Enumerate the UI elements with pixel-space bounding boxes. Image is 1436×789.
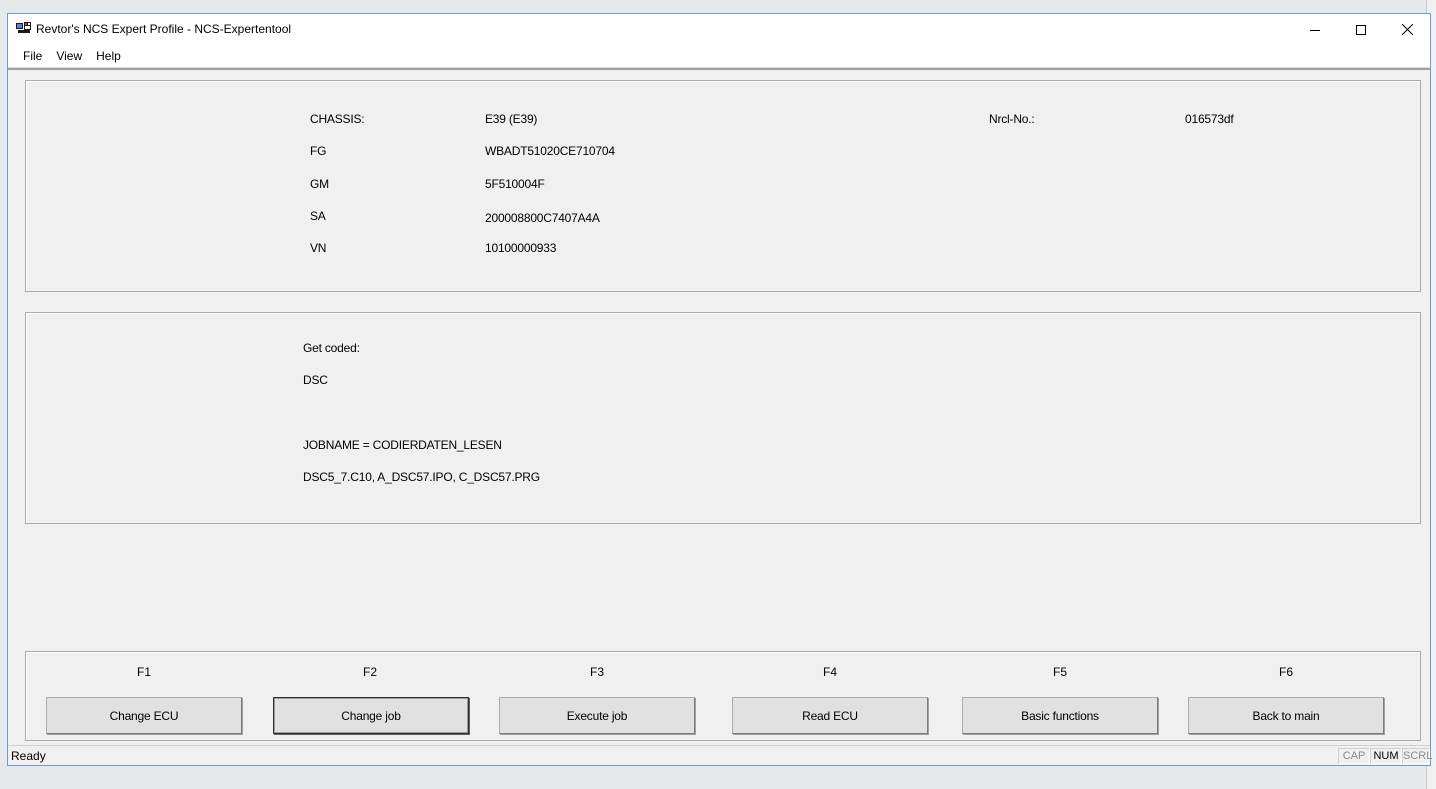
app-icon[interactable] <box>16 21 32 35</box>
status-text: Ready <box>11 749 46 763</box>
gm-value: 5F510004F <box>485 177 545 191</box>
read-ecu-button[interactable]: Read ECU <box>732 697 928 734</box>
vn-value: 10100000933 <box>485 241 557 255</box>
f6-label: F6 <box>1278 665 1293 679</box>
sa-label: SA <box>310 209 326 223</box>
chassis-value: E39 (E39) <box>485 112 538 126</box>
function-keys-panel: F1 F2 F3 F4 F5 F6 Change ECU Change job … <box>25 651 1421 741</box>
close-button[interactable] <box>1384 14 1430 45</box>
fg-label: FG <box>310 144 327 158</box>
menu-view[interactable]: View <box>49 45 89 68</box>
menu-help[interactable]: Help <box>89 45 128 68</box>
status-bar: Ready CAP NUM SCRL <box>8 745 1433 765</box>
ecu-name: DSC <box>303 373 328 387</box>
minimize-button[interactable] <box>1292 14 1338 45</box>
f5-label: F5 <box>1052 665 1067 679</box>
basic-functions-button[interactable]: Basic functions <box>962 697 1158 734</box>
main-window: Revtor's NCS Expert Profile - NCS-Expert… <box>7 13 1433 766</box>
scrl-indicator: SCRL <box>1402 748 1433 764</box>
maximize-icon <box>1356 24 1366 35</box>
vn-label: VN <box>310 241 327 255</box>
f4-label: F4 <box>822 665 837 679</box>
num-indicator: NUM <box>1370 748 1402 764</box>
f3-label: F3 <box>589 665 604 679</box>
menu-file[interactable]: File <box>16 45 49 68</box>
files-text: DSC5_7.C10, A_DSC57.IPO, C_DSC57.PRG <box>303 470 540 484</box>
change-ecu-button[interactable]: Change ECU <box>46 697 242 734</box>
fg-value: WBADT51020CE710704 <box>485 144 615 158</box>
menu-separator <box>8 68 1430 70</box>
vehicle-info-panel: CHASSIS: E39 (E39) FG WBADT51020CE710704… <box>25 80 1421 292</box>
cap-indicator: CAP <box>1338 748 1370 764</box>
back-to-main-button[interactable]: Back to main <box>1188 697 1384 734</box>
f1-label: F1 <box>136 665 151 679</box>
menu-bar: File View Help <box>8 45 1430 68</box>
sa-value: 200008800C7407A4A <box>485 211 600 225</box>
window-title: Revtor's NCS Expert Profile - NCS-Expert… <box>36 22 292 36</box>
chassis-label: CHASSIS: <box>310 112 365 126</box>
close-icon <box>1401 24 1413 35</box>
change-job-button[interactable]: Change job <box>273 697 469 734</box>
f2-label: F2 <box>362 665 377 679</box>
maximize-button[interactable] <box>1338 14 1384 45</box>
jobname-text: JOBNAME = CODIERDATEN_LESEN <box>303 438 502 452</box>
minimize-icon <box>1310 29 1320 31</box>
job-info-panel: Get coded: DSC JOBNAME = CODIERDATEN_LES… <box>25 312 1421 524</box>
nrcl-label: Nrcl-No.: <box>989 112 1035 126</box>
nrcl-value: 016573df <box>1185 112 1234 126</box>
execute-job-button[interactable]: Execute job <box>499 697 695 734</box>
gm-label: GM <box>310 177 329 191</box>
get-coded-label: Get coded: <box>303 341 360 355</box>
title-bar[interactable]: Revtor's NCS Expert Profile - NCS-Expert… <box>8 14 1430 45</box>
